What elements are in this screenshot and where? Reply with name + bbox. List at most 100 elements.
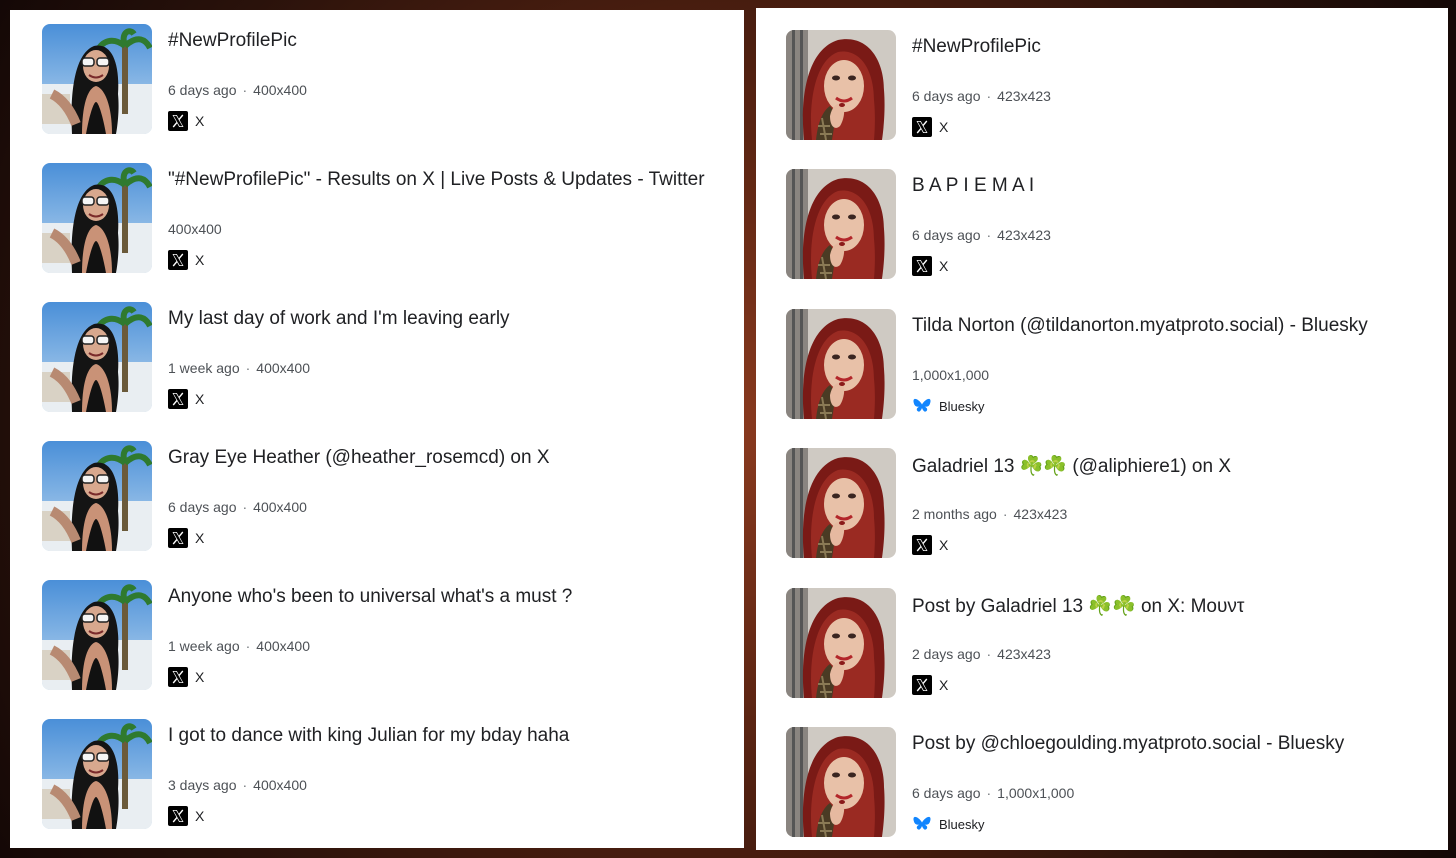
result-dimensions: 423x423 [997, 227, 1051, 243]
result-item[interactable]: #NewProfilePic 6 days ago · 423x423 X [756, 30, 1448, 140]
result-item[interactable]: Gray Eye Heather (@heather_rosemcd) on X… [10, 441, 744, 551]
result-dimensions: 400x400 [253, 777, 307, 793]
result-meta: 1 week ago · 400x400 [168, 360, 310, 376]
result-title[interactable]: "#NewProfilePic" - Results on X | Live P… [168, 169, 705, 191]
result-title[interactable]: #NewProfilePic [912, 36, 1041, 58]
result-dimensions: 400x400 [256, 360, 310, 376]
result-dimensions: 423x423 [1013, 506, 1068, 522]
result-item[interactable]: "#NewProfilePic" - Results on X | Live P… [10, 163, 744, 273]
result-thumbnail[interactable] [42, 302, 152, 412]
result-item[interactable]: My last day of work and I'm leaving earl… [10, 302, 744, 412]
meta-separator: · [245, 360, 251, 376]
meta-separator: · [242, 499, 248, 515]
source-label: X [195, 669, 205, 685]
result-item[interactable]: B A P I E M A I 6 days ago · 423x423 X [756, 169, 1448, 279]
result-item[interactable]: Post by @chloegoulding.myatproto.social … [756, 727, 1448, 837]
x-logo-icon [168, 528, 188, 548]
result-age: 6 days ago [912, 227, 981, 243]
result-title[interactable]: Post by @chloegoulding.myatproto.social … [912, 733, 1344, 755]
source-label: X [195, 113, 205, 129]
result-source[interactable]: Bluesky [912, 813, 985, 835]
result-title[interactable]: Gray Eye Heather (@heather_rosemcd) on X [168, 447, 550, 469]
bluesky-butterfly-icon [912, 396, 932, 416]
result-item[interactable]: Anyone who's been to universal what's a … [10, 580, 744, 690]
result-meta: 6 days ago · 400x400 [168, 82, 307, 98]
result-dimensions: 1,000x1,000 [912, 367, 990, 383]
x-logo-icon [168, 389, 188, 409]
meta-separator: · [986, 646, 992, 662]
right-results-panel: #NewProfilePic 6 days ago · 423x423 X B A P… [756, 8, 1448, 850]
result-item[interactable]: Galadriel 13 ☘️☘️ (@aliphiere1) on X 2 mo… [756, 448, 1448, 558]
result-meta: 1 week ago · 400x400 [168, 638, 310, 654]
result-source[interactable]: X [168, 388, 204, 410]
result-age: 2 days ago [912, 646, 981, 662]
result-thumbnail[interactable] [42, 441, 152, 551]
result-age: 6 days ago [168, 82, 237, 98]
x-logo-icon [168, 111, 188, 131]
meta-separator: · [242, 82, 248, 98]
result-dimensions: 400x400 [168, 221, 222, 237]
result-source[interactable]: X [168, 249, 204, 271]
result-source[interactable]: X [168, 805, 204, 827]
result-title[interactable]: Anyone who's been to universal what's a … [168, 586, 572, 608]
source-label: X [195, 808, 205, 824]
result-source[interactable]: X [168, 666, 204, 688]
result-thumbnail[interactable] [42, 719, 152, 829]
result-source[interactable]: X [912, 116, 948, 138]
result-dimensions: 423x423 [997, 646, 1051, 662]
result-source[interactable]: X [912, 534, 948, 556]
source-label: X [195, 530, 205, 546]
result-thumbnail[interactable] [786, 727, 896, 837]
result-thumbnail[interactable] [786, 588, 896, 698]
result-source[interactable]: X [168, 110, 204, 132]
result-thumbnail[interactable] [786, 169, 896, 279]
result-item[interactable]: #NewProfilePic 6 days ago · 400x400 X [10, 24, 744, 134]
x-logo-icon [912, 117, 932, 137]
source-label: X [939, 119, 949, 135]
result-meta: 2 days ago · 423x423 [912, 646, 1051, 662]
meta-separator: · [986, 88, 992, 104]
result-thumbnail[interactable] [786, 30, 896, 140]
result-thumbnail[interactable] [786, 309, 896, 419]
result-title[interactable]: Tilda Norton (@tildanorton.myatproto.soc… [912, 315, 1368, 337]
x-logo-icon [912, 256, 932, 276]
source-label: Bluesky [939, 398, 985, 414]
result-title[interactable]: #NewProfilePic [168, 30, 297, 52]
source-label: X [195, 391, 205, 407]
result-item[interactable]: I got to dance with king Julian for my b… [10, 719, 744, 829]
left-results-panel: #NewProfilePic 6 days ago · 400x400 X "#New… [10, 10, 744, 848]
result-thumbnail[interactable] [786, 448, 896, 558]
source-label: X [195, 252, 205, 268]
result-source[interactable]: X [912, 255, 948, 277]
result-source[interactable]: Bluesky [912, 395, 985, 417]
result-thumbnail[interactable] [42, 24, 152, 134]
result-thumbnail[interactable] [42, 163, 152, 273]
result-meta: 6 days ago · 400x400 [168, 499, 307, 515]
result-item[interactable]: Post by Galadriel 13 ☘️☘️ on X: Mουντ 2 d… [756, 588, 1448, 698]
result-meta: 6 days ago · 423x423 [912, 227, 1051, 243]
result-meta: 6 days ago · 423x423 [912, 88, 1051, 104]
result-title[interactable]: My last day of work and I'm leaving earl… [168, 308, 510, 330]
result-source[interactable]: X [168, 527, 204, 549]
result-title[interactable]: Galadriel 13 ☘️☘️ (@aliphiere1) on X [912, 454, 1231, 478]
result-title[interactable]: I got to dance with king Julian for my b… [168, 725, 569, 747]
meta-separator: · [1002, 506, 1008, 522]
result-dimensions: 1,000x1,000 [997, 785, 1075, 801]
result-item[interactable]: Tilda Norton (@tildanorton.myatproto.soc… [756, 309, 1448, 419]
result-title[interactable]: Post by Galadriel 13 ☘️☘️ on X: Mουντ [912, 594, 1244, 618]
result-age: 3 days ago [168, 777, 237, 793]
result-dimensions: 423x423 [997, 88, 1051, 104]
result-age: 6 days ago [912, 785, 981, 801]
result-age: 1 week ago [168, 360, 240, 376]
result-thumbnail[interactable] [42, 580, 152, 690]
result-source[interactable]: X [912, 674, 948, 696]
result-dimensions: 400x400 [253, 82, 307, 98]
result-age: 2 months ago [912, 506, 997, 522]
meta-separator: · [986, 785, 992, 801]
result-meta: 6 days ago · 1,000x1,000 [912, 785, 1074, 801]
result-title[interactable]: B A P I E M A I [912, 175, 1034, 197]
result-age: 6 days ago [912, 88, 981, 104]
result-meta: 2 months ago · 423x423 [912, 506, 1067, 522]
result-age: 6 days ago [168, 499, 237, 515]
source-label: X [939, 677, 949, 693]
